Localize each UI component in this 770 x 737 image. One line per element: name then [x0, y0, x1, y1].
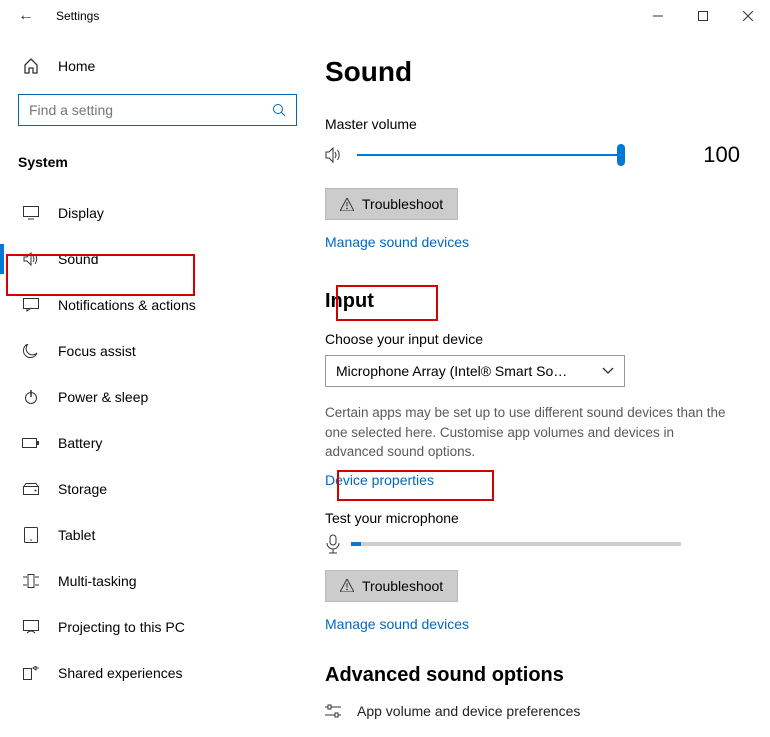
warning-icon: [340, 198, 354, 211]
sidebar-item-battery[interactable]: Battery: [18, 420, 297, 466]
nav-label: Tablet: [58, 527, 95, 543]
sidebar-item-projecting[interactable]: Projecting to this PC: [18, 604, 297, 650]
display-icon: [22, 206, 40, 220]
select-value: Microphone Array (Intel® Smart So…: [336, 363, 602, 379]
nav-label: Storage: [58, 481, 107, 497]
search-input[interactable]: [18, 94, 297, 126]
power-icon: [22, 390, 40, 404]
nav-label: Notifications & actions: [58, 297, 196, 313]
minimize-button[interactable]: [635, 0, 680, 32]
nav-label: Sound: [58, 251, 98, 267]
sidebar-item-tablet[interactable]: Tablet: [18, 512, 297, 558]
window-controls: [635, 0, 770, 32]
sliders-icon: [325, 704, 341, 718]
sidebar-item-multitasking[interactable]: Multi-tasking: [18, 558, 297, 604]
sidebar-item-shared-experiences[interactable]: Shared experiences: [18, 650, 297, 696]
notifications-icon: [22, 298, 40, 312]
search-field[interactable]: [29, 102, 272, 118]
sidebar-section-title: System: [18, 154, 297, 170]
multitasking-icon: [22, 574, 40, 588]
nav-label: Shared experiences: [58, 665, 183, 681]
nav-label: Power & sleep: [58, 389, 148, 405]
sidebar-item-home[interactable]: Home: [18, 48, 297, 84]
device-properties-link[interactable]: Device properties: [325, 472, 434, 488]
nav-label: Focus assist: [58, 343, 136, 359]
button-label: Troubleshoot: [362, 196, 443, 212]
sidebar: Home System Display Sound: [0, 32, 315, 737]
battery-icon: [22, 438, 40, 448]
button-label: Troubleshoot: [362, 578, 443, 594]
home-label: Home: [58, 58, 95, 74]
sidebar-item-storage[interactable]: Storage: [18, 466, 297, 512]
back-icon[interactable]: ←: [18, 7, 34, 25]
projecting-icon: [22, 620, 40, 634]
app-volume-preferences-row[interactable]: App volume and device preferences: [325, 703, 740, 719]
nav-label: Multi-tasking: [58, 573, 137, 589]
home-icon: [22, 58, 40, 74]
volume-value: 100: [703, 142, 740, 168]
page-title: Sound: [325, 56, 740, 88]
microphone-icon: [325, 534, 341, 554]
sidebar-item-focus-assist[interactable]: Focus assist: [18, 328, 297, 374]
troubleshoot-input-button[interactable]: Troubleshoot: [325, 570, 458, 602]
manage-sound-devices-output-link[interactable]: Manage sound devices: [325, 234, 469, 250]
input-device-select[interactable]: Microphone Array (Intel® Smart So…: [325, 355, 625, 387]
search-icon: [272, 103, 286, 117]
input-section-title: Input: [325, 290, 374, 313]
maximize-button[interactable]: [680, 0, 725, 32]
choose-input-label: Choose your input device: [325, 331, 740, 347]
test-mic-label: Test your microphone: [325, 510, 740, 526]
manage-sound-devices-input-link[interactable]: Manage sound devices: [325, 616, 469, 632]
chevron-down-icon: [602, 367, 614, 375]
nav-label: Display: [58, 205, 104, 221]
slider-thumb[interactable]: [617, 144, 625, 166]
sidebar-nav: Display Sound Notifications & actions Fo…: [18, 190, 297, 696]
troubleshoot-output-button[interactable]: Troubleshoot: [325, 188, 458, 220]
sidebar-item-power-sleep[interactable]: Power & sleep: [18, 374, 297, 420]
storage-icon: [22, 483, 40, 495]
warning-icon: [340, 579, 354, 592]
focus-assist-icon: [22, 344, 40, 358]
input-helper-text: Certain apps may be set up to use differ…: [325, 403, 730, 462]
content-pane: Sound Master volume 100 Troubleshoot Man…: [315, 32, 770, 737]
volume-slider[interactable]: [357, 154, 621, 156]
close-button[interactable]: [725, 0, 770, 32]
advanced-section-title: Advanced sound options: [325, 664, 564, 687]
master-volume-label: Master volume: [325, 116, 740, 132]
nav-label: Battery: [58, 435, 102, 451]
volume-icon: [325, 147, 345, 163]
sidebar-item-display[interactable]: Display: [18, 190, 297, 236]
sidebar-item-notifications[interactable]: Notifications & actions: [18, 282, 297, 328]
cutoff-label: App volume and device preferences: [357, 703, 580, 719]
window-title: Settings: [56, 9, 99, 23]
mic-level-bar: [351, 542, 681, 546]
titlebar: ← Settings: [0, 0, 770, 32]
shared-icon: [22, 666, 40, 680]
tablet-icon: [22, 527, 40, 543]
sidebar-item-sound[interactable]: Sound: [18, 236, 297, 282]
sound-icon: [22, 252, 40, 266]
nav-label: Projecting to this PC: [58, 619, 185, 635]
